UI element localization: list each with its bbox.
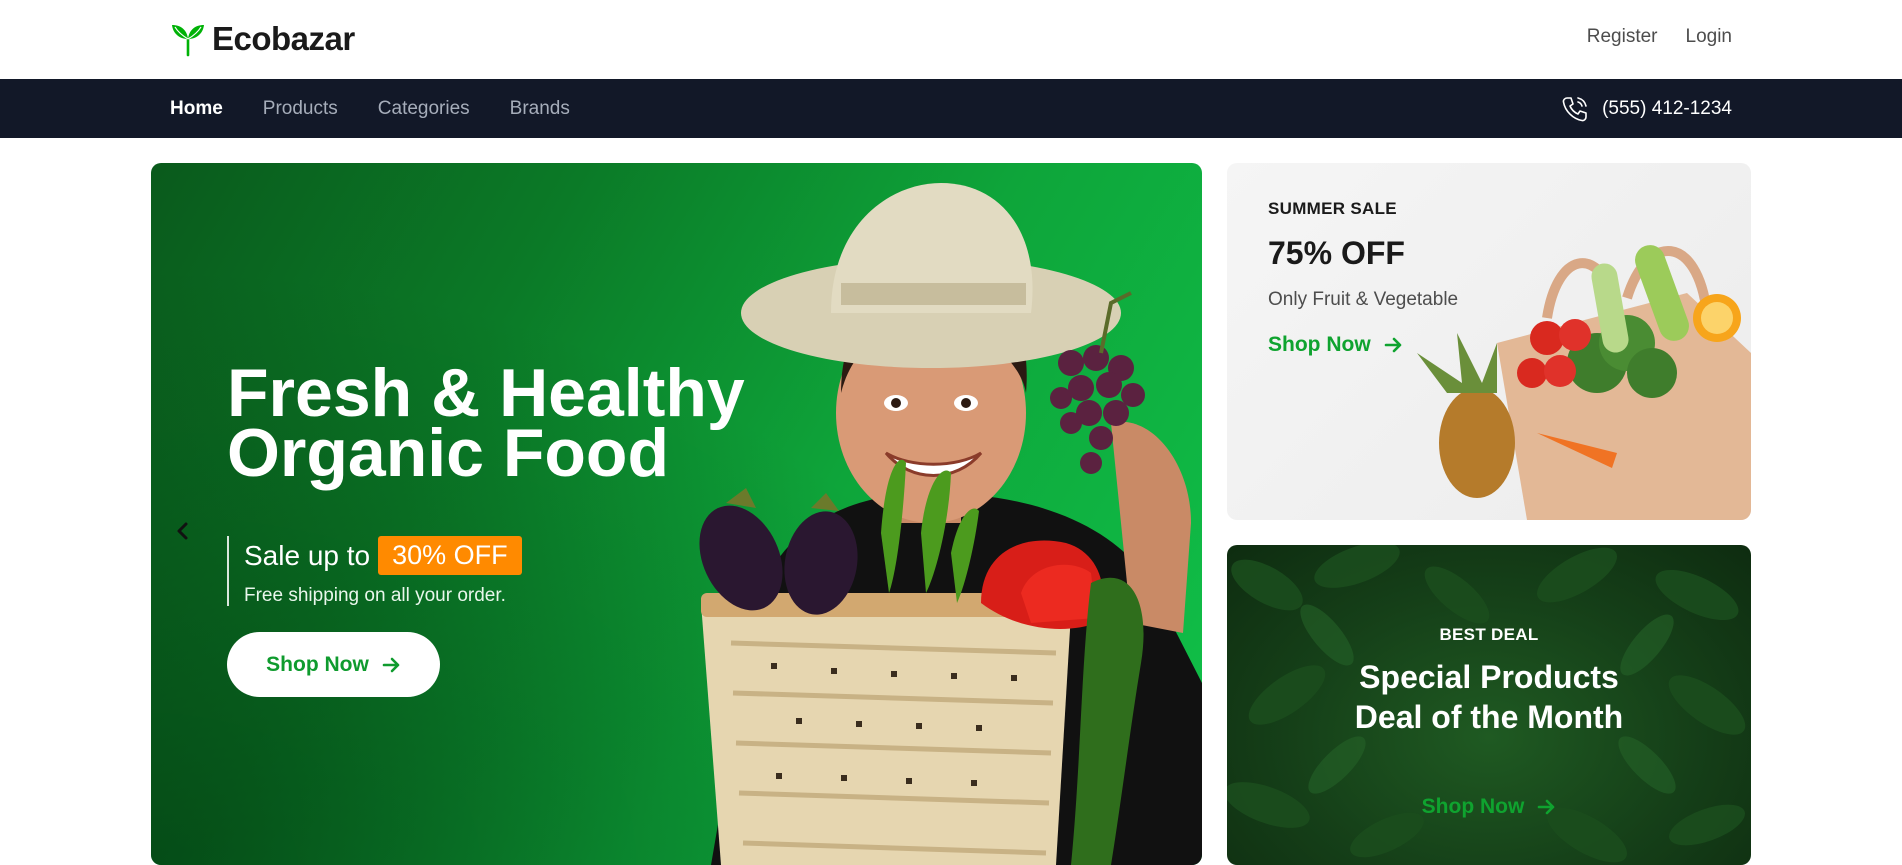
summer-sale-label: SUMMER SALE — [1268, 199, 1397, 218]
sale-line: Sale up to 30% OFF — [244, 536, 522, 575]
nav-item-products[interactable]: Products — [263, 98, 338, 120]
main-navbar: Home Products Categories Brands (555) 41… — [0, 79, 1902, 138]
nav-item-categories[interactable]: Categories — [378, 98, 470, 120]
chevron-left-icon — [177, 522, 188, 540]
deal-title: Special Products Deal of the Month — [1354, 659, 1624, 735]
hero-banner: Fresh & Healthy Organic Food Sale up to … — [151, 163, 1202, 865]
hero-shop-now-label: Shop Now — [266, 652, 369, 676]
logo[interactable]: Ecobazar — [170, 20, 355, 58]
sale-prefix: Sale up to — [244, 539, 371, 571]
hero-title-line-1: Fresh & Healthy — [227, 355, 745, 431]
hero-shop-now-button[interactable]: Shop Now — [227, 632, 440, 697]
nav-item-home[interactable]: Home — [170, 98, 223, 120]
top-header: Ecobazar Register Login — [0, 0, 1902, 79]
carousel-prev-button[interactable] — [171, 519, 195, 543]
arrow-right-icon — [382, 657, 400, 672]
deal-shop-now-link[interactable]: Shop Now — [1227, 795, 1751, 819]
deal-shop-now-label: Shop Now — [1421, 795, 1525, 818]
phone-contact[interactable]: (555) 412-1234 — [1560, 79, 1732, 138]
best-deal-label: BEST DEAL — [1439, 625, 1539, 644]
summer-subtitle: Only Fruit & Vegetable — [1268, 289, 1459, 310]
register-link[interactable]: Register — [1587, 26, 1658, 48]
hero-title-line-2: Organic Food — [227, 415, 669, 491]
nav-item-brands[interactable]: Brands — [510, 98, 570, 120]
phone-call-icon — [1562, 96, 1587, 121]
hero-title: Fresh & Healthy Organic Food — [227, 355, 745, 491]
auth-links: Register Login — [1587, 26, 1732, 48]
summer-shop-now-link[interactable]: Shop Now — [1268, 333, 1403, 357]
summer-discount: 75% OFF — [1268, 235, 1405, 271]
best-deal-card[interactable]: BEST DEAL Special Products Deal of the M… — [1227, 545, 1751, 865]
grocery-bag-image — [1417, 245, 1751, 520]
brand-name: Ecobazar — [212, 20, 355, 57]
phone-number: (555) 412-1234 — [1602, 97, 1732, 119]
summer-sale-card[interactable]: SUMMER SALE 75% OFF Only Fruit & Vegetab… — [1227, 163, 1751, 520]
summer-shop-now-label: Shop Now — [1268, 333, 1371, 356]
arrow-right-icon — [1538, 799, 1555, 815]
hero-woman-with-vegetables-image — [699, 183, 1202, 865]
login-link[interactable]: Login — [1686, 26, 1733, 48]
primary-nav: Home Products Categories Brands — [170, 79, 570, 138]
shipping-note: Free shipping on all your order. — [244, 585, 506, 606]
arrow-right-icon — [1384, 337, 1401, 353]
sale-info: Sale up to 30% OFF Free shipping on all … — [227, 536, 522, 606]
discount-badge: 30% OFF — [378, 536, 522, 575]
leaf-sprout-icon — [172, 25, 204, 57]
